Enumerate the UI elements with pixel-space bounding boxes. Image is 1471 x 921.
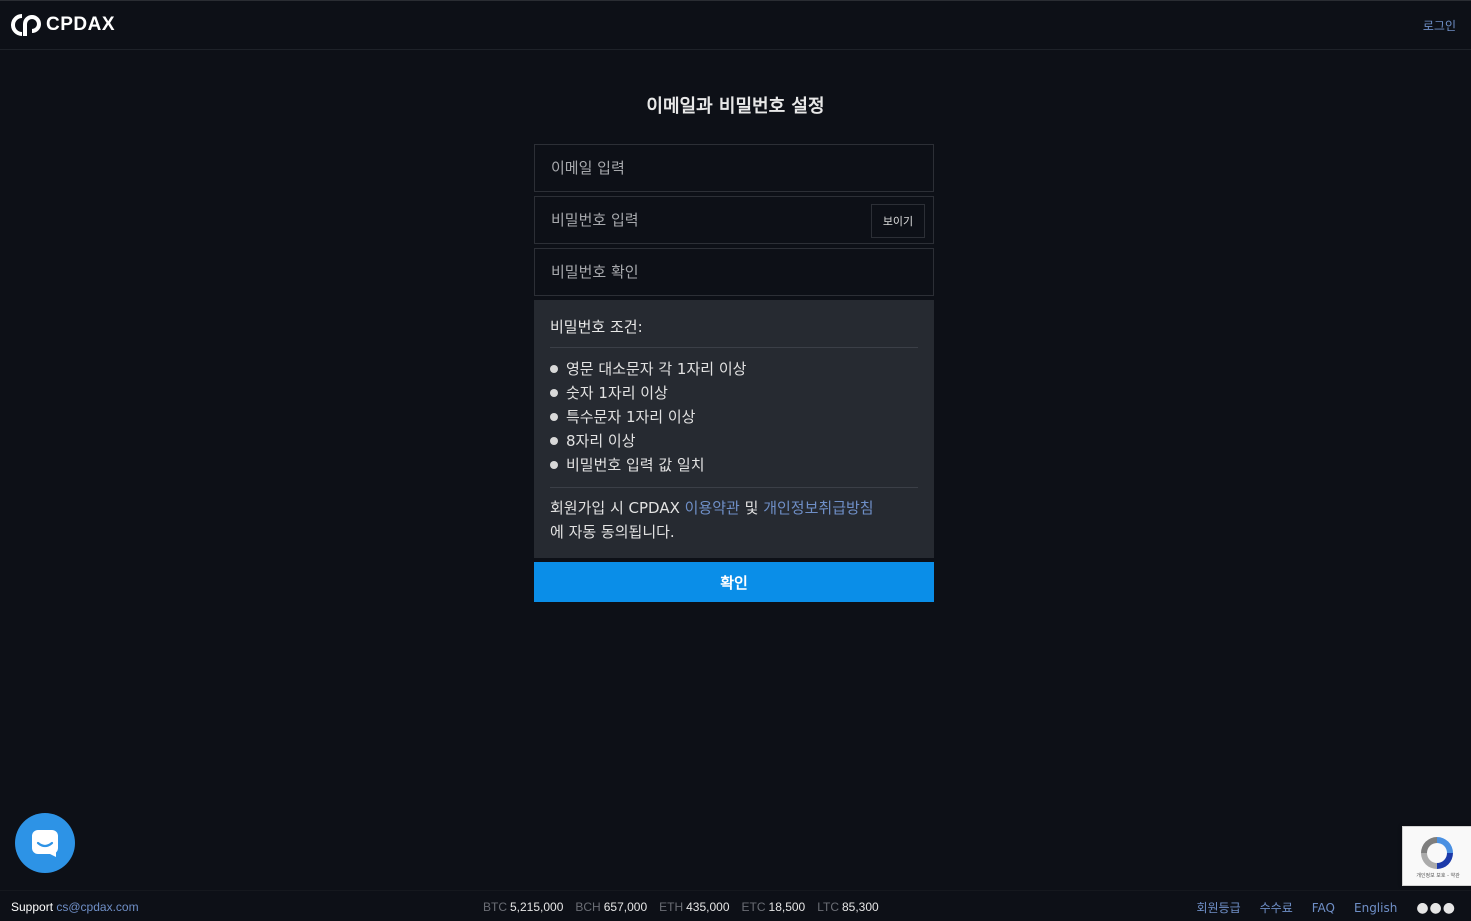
recaptcha-badge[interactable]: 개인정보 보호 - 약관	[1402, 826, 1471, 886]
chat-button[interactable]	[15, 813, 75, 873]
ticker-item: ETH 435,000	[659, 900, 729, 914]
top-bar: CPDAX 로그인	[0, 0, 1471, 50]
bullet-icon	[550, 365, 558, 373]
more-icon[interactable]: ●●●	[1416, 900, 1456, 916]
faq-link[interactable]: FAQ	[1312, 901, 1335, 915]
bullet-icon	[550, 437, 558, 445]
password-conditions-panel: 비밀번호 조건: 영문 대소문자 각 1자리 이상 숫자 1자리 이상 특수문자…	[534, 300, 934, 558]
support-label: Support	[11, 900, 54, 914]
footer: Support cs@cpdax.com BTC 5,215,000 BCH 657…	[0, 890, 1471, 921]
ticker-item: ETC 18,500	[742, 900, 806, 914]
password-confirm-input[interactable]	[535, 249, 933, 295]
ticker-item: LTC 85,300	[817, 900, 878, 914]
ticker-price: 85,300	[842, 900, 879, 914]
logo-text: CPDAX	[46, 14, 116, 35]
recaptcha-text[interactable]: 개인정보 보호 - 약관	[1407, 872, 1469, 879]
ticker-price: 18,500	[768, 900, 806, 914]
chat-icon	[32, 830, 58, 857]
condition-item: 비밀번호 입력 값 일치	[550, 453, 918, 477]
logo[interactable]: CPDAX	[11, 13, 115, 37]
conditions-list: 영문 대소문자 각 1자리 이상 숫자 1자리 이상 특수문자 1자리 이상 8…	[550, 348, 918, 488]
privacy-policy-link[interactable]: 개인정보취급방침	[763, 499, 873, 517]
ticker-price: 657,000	[603, 900, 648, 914]
email-field-wrapper	[534, 144, 934, 192]
condition-text: 특수문자 1자리 이상	[566, 408, 696, 426]
cpdax-logo-icon	[11, 14, 41, 36]
ticker-symbol: ETC	[741, 900, 766, 914]
condition-item: 영문 대소문자 각 1자리 이상	[550, 357, 918, 381]
signup-form: 보이기 비밀번호 조건: 영문 대소문자 각 1자리 이상 숫자 1자리 이상 …	[534, 144, 934, 602]
bullet-icon	[550, 461, 558, 469]
recaptcha-icon	[1421, 837, 1453, 869]
ticker-symbol: LTC	[817, 900, 839, 914]
fees-link[interactable]: 수수료	[1260, 899, 1293, 916]
ticker-price: 435,000	[686, 900, 730, 914]
confirm-button[interactable]: 확인	[534, 562, 934, 602]
terms-link[interactable]: 이용약관	[685, 499, 740, 517]
conditions-title: 비밀번호 조건:	[550, 316, 918, 348]
language-link[interactable]: English	[1354, 901, 1397, 915]
password-confirm-field-wrapper	[534, 248, 934, 296]
ticker-symbol: ETH	[659, 900, 684, 914]
membership-level-link[interactable]: 회원등급	[1196, 899, 1240, 916]
page-title: 이메일과 비밀번호 설정	[646, 96, 825, 117]
footer-links: 회원등급 수수료 FAQ English ●●●	[1196, 899, 1456, 916]
price-ticker: BTC 5,215,000 BCH 657,000 ETH 435,000 ETC 18…	[483, 900, 879, 914]
ticker-item: BCH 657,000	[575, 900, 647, 914]
support-email-link[interactable]: cs@cpdax.com	[56, 900, 138, 914]
ticker-symbol: BCH	[575, 900, 601, 914]
condition-text: 숫자 1자리 이상	[566, 384, 668, 402]
ticker-item: BTC 5,215,000	[483, 900, 563, 914]
agree-suffix: 에 자동 동의됩니다.	[550, 523, 675, 541]
condition-item: 숫자 1자리 이상	[550, 381, 918, 405]
condition-text: 8자리 이상	[566, 432, 636, 450]
agree-and: 및	[739, 499, 764, 517]
login-link[interactable]: 로그인	[1423, 17, 1456, 34]
ticker-price: 5,215,000	[510, 900, 564, 914]
bullet-icon	[550, 413, 558, 421]
condition-item: 8자리 이상	[550, 429, 918, 453]
show-password-button[interactable]: 보이기	[871, 204, 925, 238]
condition-text: 비밀번호 입력 값 일치	[566, 456, 705, 474]
condition-item: 특수문자 1자리 이상	[550, 405, 918, 429]
ticker-symbol: BTC	[483, 900, 507, 914]
password-field-wrapper: 보이기	[534, 196, 934, 244]
condition-text: 영문 대소문자 각 1자리 이상	[566, 360, 747, 378]
agree-prefix: 회원가입 시 CPDAX	[550, 499, 685, 517]
support-info: Support cs@cpdax.com	[11, 900, 139, 914]
bullet-icon	[550, 389, 558, 397]
agreement-text: 회원가입 시 CPDAX 이용약관 및 개인정보취급방침에 자동 동의됩니다.	[550, 488, 918, 544]
email-input[interactable]	[535, 145, 933, 191]
